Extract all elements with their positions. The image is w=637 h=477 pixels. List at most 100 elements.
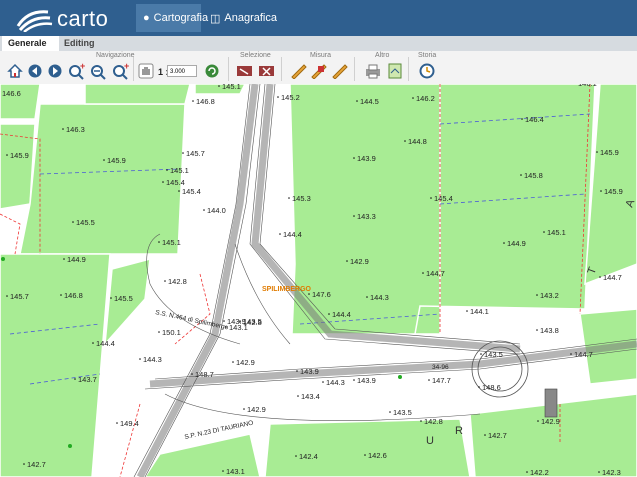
arrow-left-icon xyxy=(28,64,42,78)
nav-anagrafica[interactable]: ◫ Anagrafica xyxy=(203,4,279,32)
elevation-point xyxy=(353,379,355,381)
zoom-window-button[interactable]: + xyxy=(112,62,130,80)
elevation-label: 148.6 xyxy=(482,383,501,392)
elevation-point xyxy=(520,174,522,176)
forward-button[interactable] xyxy=(46,62,64,80)
scale-select[interactable]: 3.000 xyxy=(167,65,197,77)
elevation-point xyxy=(484,434,486,436)
elevation-label: 144.9 xyxy=(507,239,526,248)
elevation-label: 144.4 xyxy=(332,310,351,319)
city-label: SPILIMBERGO xyxy=(262,286,312,293)
elevation-point xyxy=(139,358,141,360)
elevation-point xyxy=(536,294,538,296)
elevation-label: 142.8 xyxy=(168,277,187,286)
elevation-point xyxy=(110,297,112,299)
elevation-point xyxy=(480,353,482,355)
map-drawing: 146.6 146.3 145.9 146.8 145.1 145.2 144.5 146.2… xyxy=(0,84,637,477)
elevation-point xyxy=(404,140,406,142)
elevation-label: 148.7 xyxy=(195,370,214,379)
elevation-point xyxy=(192,100,194,102)
top-navbar: carto ● Cartografia ◫ Anagrafica xyxy=(0,0,637,36)
elevation-point xyxy=(63,258,65,260)
elevation-label: 144.4 xyxy=(96,339,115,348)
elevation-label: 145.9 xyxy=(600,148,619,157)
zoom-out-button[interactable] xyxy=(90,62,108,80)
elevation-label: 142.7 xyxy=(488,431,507,440)
select-button[interactable] xyxy=(236,62,254,80)
elevation-point xyxy=(420,420,422,422)
road-label-km: 34-96 xyxy=(432,364,449,371)
measure-distance-button[interactable] xyxy=(290,62,308,80)
back-button[interactable] xyxy=(26,62,44,80)
pan-button[interactable] xyxy=(137,62,155,80)
elevation-point xyxy=(288,197,290,199)
elevation-point xyxy=(6,154,8,156)
export-button[interactable] xyxy=(386,62,404,80)
print-button[interactable] xyxy=(364,62,382,80)
elevation-label: 145.1 xyxy=(170,166,189,175)
measure-clear-button[interactable] xyxy=(331,62,349,80)
hand-icon xyxy=(138,63,154,79)
zoom-in-button[interactable]: + xyxy=(68,62,86,80)
elevation-label: 143.1 xyxy=(229,323,248,332)
tab-editing[interactable]: Editing xyxy=(58,36,101,51)
elevation-point xyxy=(92,342,94,344)
elevation-label: 145.9 xyxy=(107,156,126,165)
ruler-area-icon xyxy=(311,64,327,79)
elevation-point xyxy=(164,280,166,282)
elevation-label: 144.3 xyxy=(326,378,345,387)
elevation-point xyxy=(296,370,298,372)
select-features-icon xyxy=(237,66,252,76)
elevation-point xyxy=(62,128,64,130)
elevation-point xyxy=(599,276,601,278)
elevation-point xyxy=(297,395,299,397)
elevation-point xyxy=(328,313,330,315)
elevation-label: 144.7 xyxy=(574,350,593,359)
elevation-label: 143.3 xyxy=(357,212,376,221)
carto-wave-icon xyxy=(16,10,53,33)
elevation-point xyxy=(422,272,424,274)
elevation-label: 143.9 xyxy=(357,154,376,163)
elevation-label: 145.8 xyxy=(524,171,543,180)
elevation-label: 143.8 xyxy=(540,326,559,335)
elevation-label: 144.7 xyxy=(426,269,445,278)
refresh-icon xyxy=(205,64,219,78)
elevation-point xyxy=(158,241,160,243)
history-button[interactable] xyxy=(418,62,436,80)
area-letter-3: U xyxy=(426,435,435,447)
elevation-point xyxy=(322,381,324,383)
elevation-point xyxy=(346,260,348,262)
elevation-label: 145.7 xyxy=(186,149,205,158)
elevation-label: 142.3 xyxy=(602,468,621,477)
elevation-label: 144.5 xyxy=(360,97,379,106)
elevation-point xyxy=(243,408,245,410)
elevation-point xyxy=(353,157,355,159)
elevation-point xyxy=(295,455,297,457)
elevation-label: 143.2 xyxy=(540,291,559,300)
elevation-point xyxy=(279,233,281,235)
elevation-point xyxy=(203,209,205,211)
refresh-button[interactable] xyxy=(203,62,221,80)
tab-generale[interactable]: Generale xyxy=(2,36,59,51)
elevation-point xyxy=(277,96,279,98)
toolbar-separator xyxy=(133,57,134,81)
elevation-point xyxy=(60,294,62,296)
elevation-point xyxy=(600,190,602,192)
app-logo[interactable]: carto xyxy=(14,4,134,33)
elevation-point xyxy=(412,97,414,99)
nav-cartografia[interactable]: ● Cartografia xyxy=(136,4,208,32)
elevation-point xyxy=(103,159,105,161)
elevation-label: 145.4 xyxy=(434,194,453,203)
elevation-point xyxy=(218,85,220,87)
home-button[interactable] xyxy=(6,62,24,80)
elevation-point xyxy=(428,379,430,381)
toolbar-separator xyxy=(228,57,229,81)
elevation-point xyxy=(503,242,505,244)
elevation-point xyxy=(166,169,168,171)
zoom-in-icon: + xyxy=(69,62,85,80)
measure-area-button[interactable] xyxy=(310,62,328,80)
map-canvas[interactable]: 146.6 146.3 145.9 146.8 145.1 145.2 144.5 146.2… xyxy=(0,84,637,477)
elevation-point xyxy=(74,378,76,380)
elevation-label: 142.6 xyxy=(368,451,387,460)
clear-selection-button[interactable] xyxy=(258,62,276,80)
